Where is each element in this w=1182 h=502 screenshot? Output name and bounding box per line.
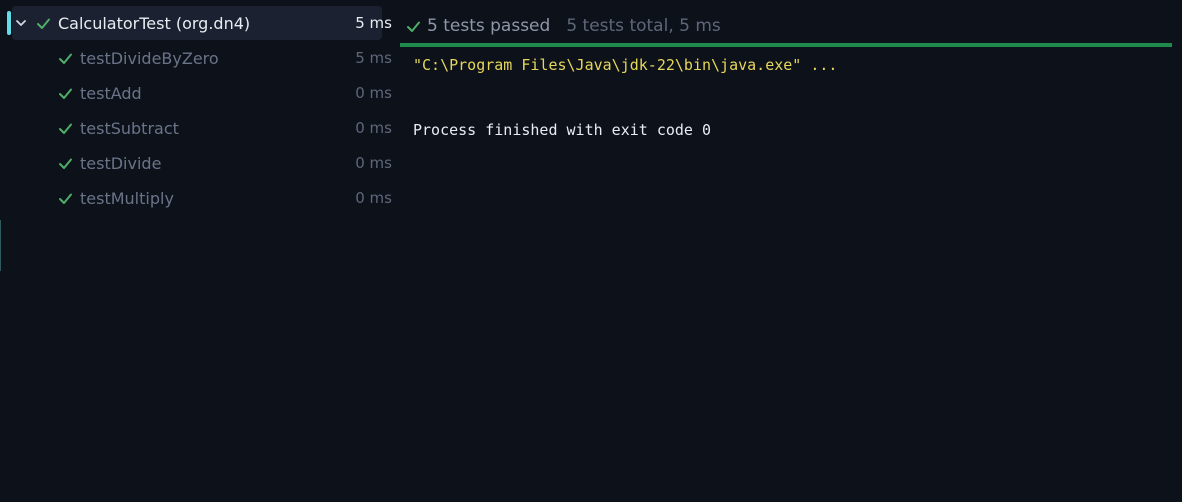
- console-command-line: "C:\Program Files\Java\jdk-22\bin\java.e…: [413, 56, 838, 74]
- check-icon: [58, 156, 73, 171]
- chevron-down-icon[interactable]: [14, 16, 28, 30]
- check-icon: [406, 19, 421, 34]
- test-tree-panel: CalculatorTest (org.dn4) 5 ms testDivide…: [0, 0, 398, 502]
- tree-item-test-divide[interactable]: testDivide 0 ms: [12, 146, 392, 180]
- tree-item-duration: 0 ms: [355, 84, 392, 102]
- tree-root-calculator-test[interactable]: CalculatorTest (org.dn4) 5 ms: [12, 6, 392, 40]
- console-panel[interactable]: 5 tests passed 5 tests total, 5 ms "C:\P…: [398, 0, 1182, 502]
- tree-item-duration: 0 ms: [355, 154, 392, 172]
- tree-item-label: testSubtract: [80, 118, 179, 138]
- check-icon: [58, 121, 73, 136]
- tree-item-duration: 0 ms: [355, 119, 392, 137]
- tree-item-label: testDivideByZero: [80, 48, 219, 68]
- tree-item-label: CalculatorTest (org.dn4): [58, 13, 251, 33]
- tree-item-test-multiply[interactable]: testMultiply 0 ms: [12, 181, 392, 215]
- summary-passed: 5 tests passed: [427, 16, 551, 36]
- focus-indicator: [7, 11, 11, 35]
- tree-item-test-divide-by-zero[interactable]: testDivideByZero 5 ms: [12, 41, 392, 75]
- tree-item-duration: 5 ms: [355, 14, 392, 32]
- panel-gutter-marker: [0, 220, 1, 271]
- check-icon: [58, 191, 73, 206]
- check-icon: [58, 86, 73, 101]
- tree-item-duration: 0 ms: [355, 189, 392, 207]
- check-icon: [58, 51, 73, 66]
- tree-item-label: testAdd: [80, 83, 142, 103]
- check-icon: [36, 16, 51, 31]
- tree-item-label: testMultiply: [80, 188, 174, 208]
- tree-item-duration: 5 ms: [355, 49, 392, 67]
- progress-bar: [400, 43, 1172, 47]
- console-exit-line: Process finished with exit code 0: [413, 121, 712, 139]
- summary-total: 5 tests total, 5 ms: [566, 16, 721, 36]
- test-summary: 5 tests passed 5 tests total, 5 ms: [406, 12, 721, 40]
- tree-item-test-subtract[interactable]: testSubtract 0 ms: [12, 111, 392, 145]
- tree-item-label: testDivide: [80, 153, 162, 173]
- test-runner-window: CalculatorTest (org.dn4) 5 ms testDivide…: [0, 0, 1182, 502]
- tree-item-test-add[interactable]: testAdd 0 ms: [12, 76, 392, 110]
